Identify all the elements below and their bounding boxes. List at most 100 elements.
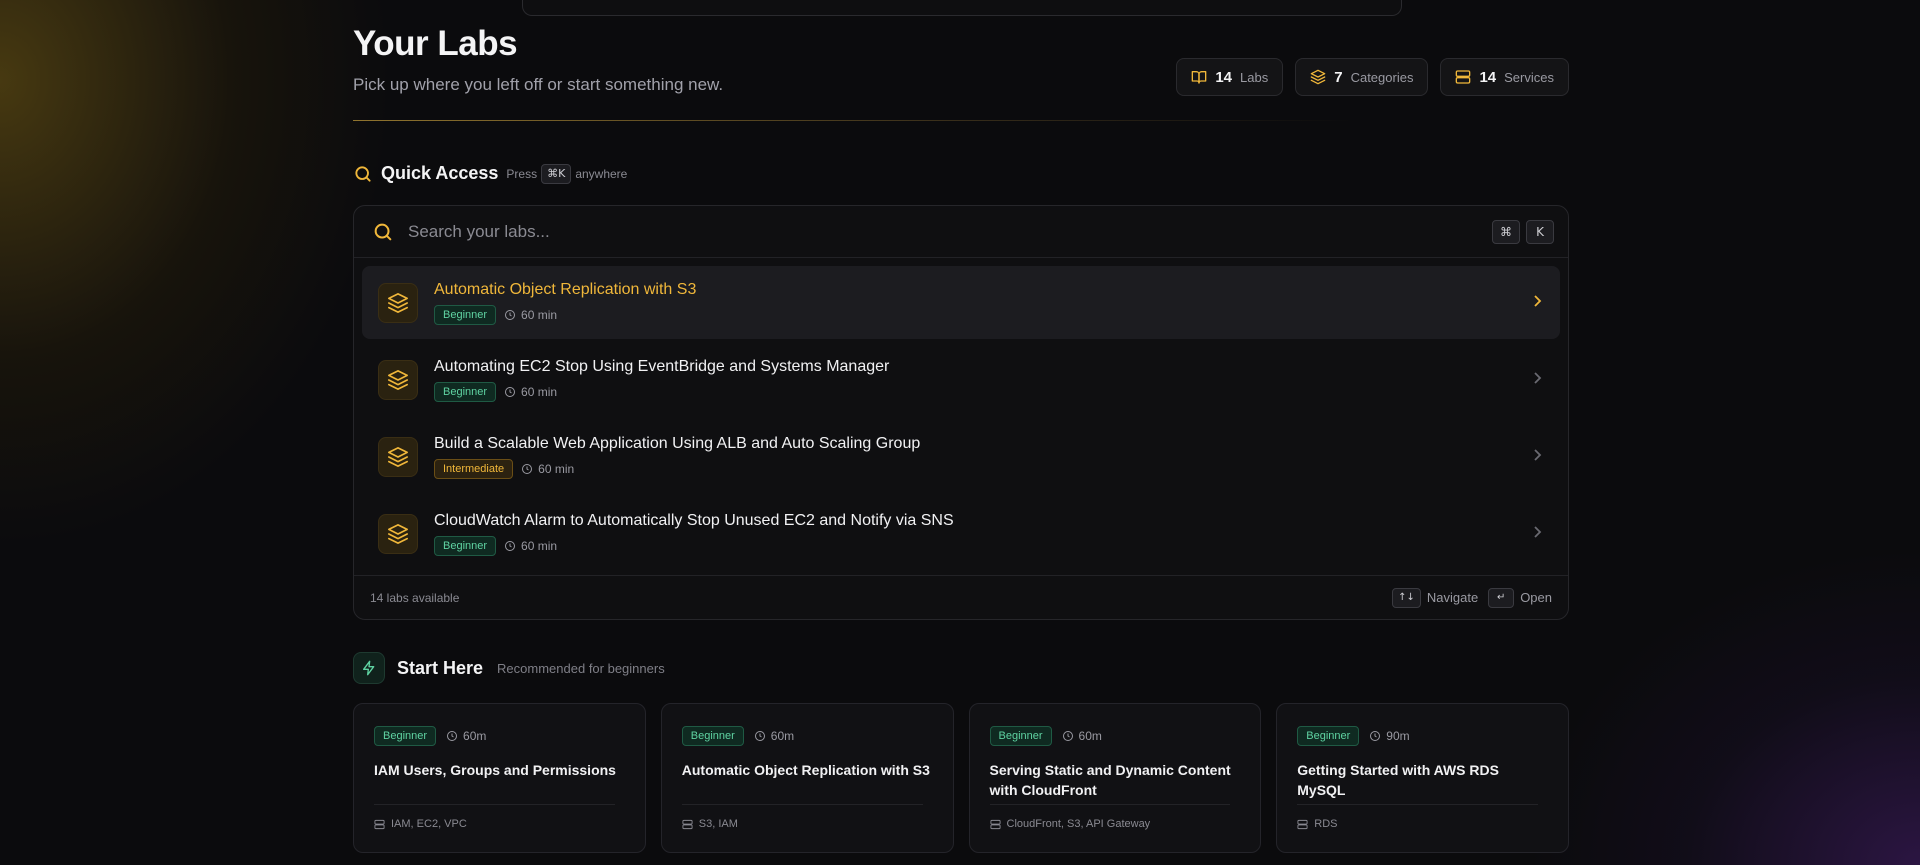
duration: 60 min <box>504 539 557 553</box>
quick-access-title: Quick Access <box>381 163 499 183</box>
duration-text: 60m <box>770 729 795 743</box>
lab-icon <box>378 436 418 477</box>
clock-icon <box>754 731 765 741</box>
duration-text: 60 min <box>538 461 575 476</box>
page-title: Your Labs <box>353 24 518 63</box>
server-icon <box>989 819 1001 829</box>
duration-text: 60 min <box>521 384 558 399</box>
stat-categories-label: Categories <box>1350 69 1414 85</box>
start-here-header: Start Here Recommended for beginners <box>353 652 665 684</box>
lab-card[interactable]: Beginner 60m Serving Static and Dynamic … <box>968 703 1262 853</box>
duration-text: 60m <box>463 729 487 743</box>
layers-icon <box>388 446 408 467</box>
services-text: IAM, EC2, VPC <box>391 818 467 830</box>
server-icon <box>1297 819 1308 829</box>
duration: 60 min <box>521 462 574 476</box>
clock-icon <box>447 731 458 741</box>
duration: 60m <box>446 729 486 743</box>
card-title: IAM Users, Groups and Permissions <box>374 762 616 778</box>
clock-icon <box>505 540 516 551</box>
level-badge: Beginner <box>434 381 497 402</box>
result-item[interactable]: Build a Scalable Web Application Using A… <box>362 420 1560 493</box>
layers-icon <box>388 292 408 313</box>
services-text: S3, IAM <box>698 818 738 830</box>
level-badge: Beginner <box>681 726 744 746</box>
card-services: RDS <box>1297 818 1337 830</box>
level-badge: Beginner <box>434 535 497 556</box>
lightning-icon <box>363 660 375 676</box>
card-title: Getting Started with AWS RDS MySQL <box>1297 762 1499 798</box>
navigate-key: ↑↓ <box>1392 587 1421 608</box>
level-badge: Beginner <box>1297 726 1360 746</box>
level-badge: Beginner <box>374 726 437 746</box>
duration-text: 60m <box>1078 729 1102 743</box>
duration-text: 60 min <box>521 538 558 553</box>
clock-icon <box>1062 731 1073 741</box>
card-services: CloudFront, S3, API Gateway <box>989 818 1150 830</box>
layers-icon <box>388 523 408 544</box>
result-item[interactable]: Automatic Object Replication with S3 Beg… <box>362 266 1560 339</box>
title-divider <box>353 120 1351 121</box>
book-icon <box>1192 71 1207 84</box>
lab-icon <box>378 359 418 400</box>
clock-icon <box>505 386 516 397</box>
server-icon <box>682 819 693 829</box>
duration: 90m <box>1369 729 1410 743</box>
start-here-subtitle: Recommended for beginners <box>497 660 665 676</box>
stat-services-value: 14 <box>1479 68 1497 86</box>
duration: 60 min <box>504 308 557 322</box>
search-shortcut: ⌘ K <box>1492 220 1554 244</box>
card-divider <box>1297 804 1538 805</box>
stats-bar: 14 Labs 7 Categories 14 Services <box>1176 58 1569 96</box>
duration-text: 60 min <box>521 307 558 322</box>
lab-card[interactable]: Beginner 90m Getting Started with AWS RD… <box>1276 703 1569 853</box>
level-badge: Beginner <box>989 726 1052 746</box>
result-title: Build a Scalable Web Application Using A… <box>434 434 921 452</box>
hint-prefix: Press <box>506 166 538 181</box>
chevron-right-icon <box>1534 295 1542 307</box>
stat-categories: 7 Categories <box>1295 58 1429 96</box>
quick-access-hint: Press ⌘K anywhere <box>506 163 628 184</box>
result-item[interactable]: Automating EC2 Stop Using EventBridge an… <box>362 343 1560 416</box>
start-here-title: Start Here <box>397 657 484 678</box>
card-title: Automatic Object Replication with S3 <box>681 762 930 778</box>
chevron-right-icon <box>1534 372 1542 384</box>
card-divider <box>374 804 615 805</box>
clock-icon <box>522 463 533 474</box>
card-services: S3, IAM <box>682 818 738 830</box>
lab-card[interactable]: Beginner 60m IAM Users, Groups and Permi… <box>353 703 646 853</box>
duration: 60m <box>1062 729 1102 743</box>
duration: 60m <box>754 729 794 743</box>
search-panel: ⌘ K Automatic Object Replication with S3… <box>353 205 1569 620</box>
search-icon <box>374 223 392 240</box>
search-row: ⌘ K <box>354 206 1568 258</box>
card-divider <box>681 804 923 805</box>
stat-labs: 14 Labs <box>1176 58 1284 96</box>
chevron-right-icon <box>1534 526 1542 538</box>
level-badge: Intermediate <box>434 458 514 479</box>
keyboard-hints: ↑↓ Navigate ↵ Open <box>1392 587 1552 608</box>
search-input[interactable] <box>408 221 1408 242</box>
navigate-label: Navigate <box>1426 590 1479 605</box>
duration: 60 min <box>504 385 557 399</box>
lab-icon <box>378 513 418 554</box>
result-title: CloudWatch Alarm to Automatically Stop U… <box>434 511 954 529</box>
search-results: Automatic Object Replication with S3 Beg… <box>362 266 1560 574</box>
result-item[interactable]: CloudWatch Alarm to Automatically Stop U… <box>362 497 1560 570</box>
server-icon <box>374 819 385 829</box>
lab-card[interactable]: Beginner 60m Automatic Object Replicatio… <box>660 703 954 853</box>
clock-icon <box>505 309 516 320</box>
stat-categories-value: 7 <box>1334 68 1343 86</box>
services-text: RDS <box>1314 818 1338 830</box>
card-services: IAM, EC2, VPC <box>374 818 467 830</box>
level-badge: Beginner <box>434 304 497 325</box>
stat-services: 14 Services <box>1440 58 1569 96</box>
search-icon <box>355 165 371 182</box>
lightning-icon-wrap <box>353 652 385 684</box>
result-title: Automating EC2 Stop Using EventBridge an… <box>434 357 890 375</box>
labs-count: 14 labs available <box>370 590 460 605</box>
layers-icon <box>388 369 408 390</box>
hint-suffix: anywhere <box>575 166 628 181</box>
top-frame <box>522 0 1402 16</box>
lab-icon <box>378 282 418 323</box>
